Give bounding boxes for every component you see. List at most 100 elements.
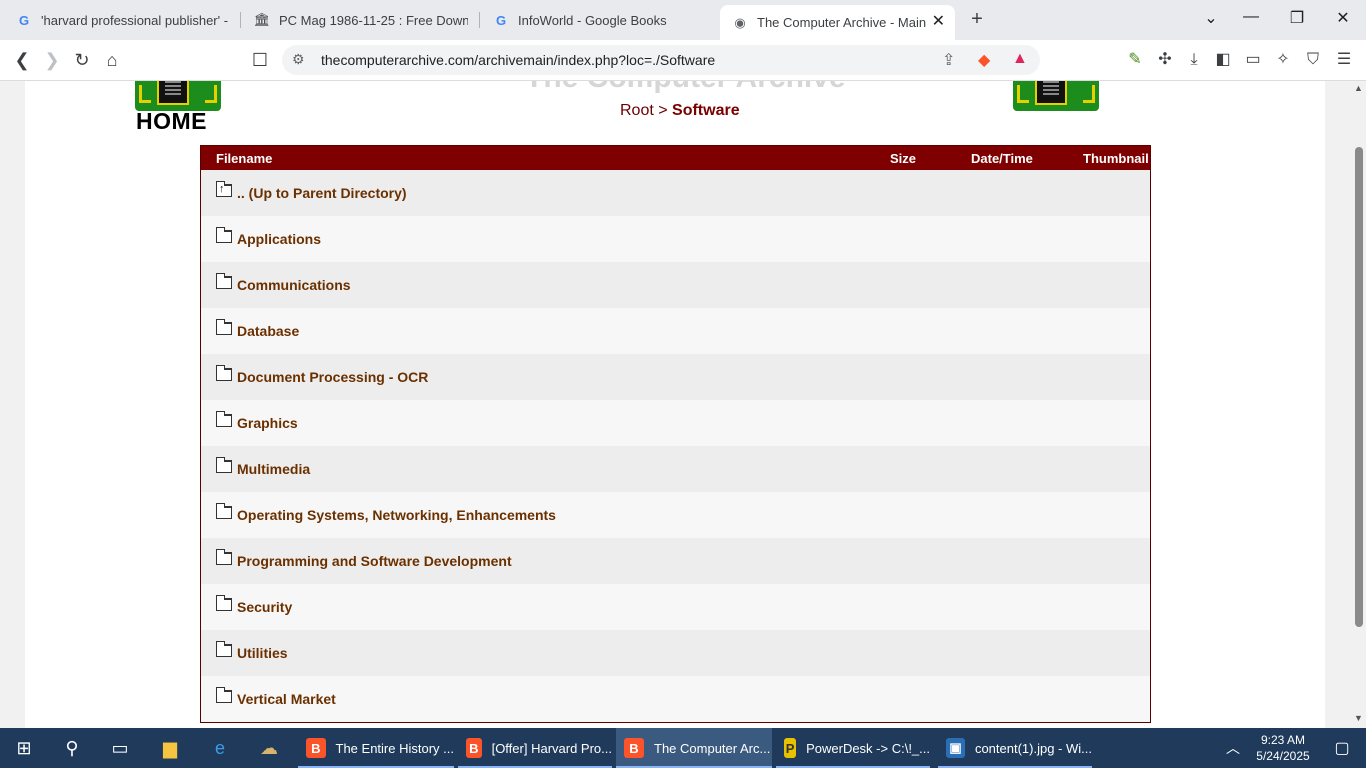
header-thumbnail[interactable]: Thumbnail bbox=[1083, 151, 1149, 166]
folder-row[interactable]: Graphics bbox=[201, 400, 1150, 446]
clock-date: 5/24/2025 bbox=[1256, 749, 1310, 763]
close-window-icon[interactable]: ✕ bbox=[1332, 8, 1354, 28]
powerdesk-icon: P bbox=[784, 738, 797, 758]
vpn-shield-icon[interactable]: ⛉ bbox=[1302, 49, 1324, 71]
globe-icon: ◉ bbox=[734, 14, 746, 30]
share-icon[interactable]: ⇪ bbox=[942, 50, 955, 70]
restore-icon[interactable]: ❐ bbox=[1286, 8, 1308, 28]
tab-label: 'harvard professional publisher' - G bbox=[41, 12, 229, 28]
tab-pcmag[interactable]: 🏛 PC Mag 1986-11-25 : Free Downloa bbox=[254, 6, 468, 34]
folder-row[interactable]: Multimedia bbox=[201, 446, 1150, 492]
brave-rewards-icon[interactable]: ▲ bbox=[1012, 50, 1028, 68]
forward-icon[interactable]: ❯ bbox=[41, 49, 63, 71]
windows-start-icon[interactable]: ⊞ bbox=[0, 728, 48, 768]
menu-icon[interactable]: ☰ bbox=[1333, 49, 1355, 71]
tab-google-search[interactable]: G 'harvard professional publisher' - G bbox=[16, 6, 230, 34]
taskbar-app-brave-2[interactable]: B [Offer] Harvard Pro... bbox=[458, 728, 612, 768]
brave-shields-icon[interactable]: ◆ bbox=[978, 50, 990, 70]
new-tab-button[interactable]: + bbox=[966, 8, 988, 30]
folder-link[interactable]: Document Processing - OCR bbox=[237, 369, 428, 385]
home-logo[interactable] bbox=[135, 81, 221, 111]
notification-icon[interactable]: ▢ bbox=[1318, 728, 1366, 768]
tab-separator bbox=[240, 12, 241, 28]
taskbar-app-label: content(1).jpg - Wi... bbox=[974, 740, 1092, 756]
task-view-icon[interactable]: ▭ bbox=[96, 728, 144, 768]
home-icon[interactable]: ⌂ bbox=[101, 49, 123, 71]
tab-infoworld[interactable]: G InfoWorld - Google Books bbox=[493, 6, 707, 34]
folder-row[interactable]: Programming and Software Development bbox=[201, 538, 1150, 584]
brave-icon: B bbox=[466, 738, 482, 758]
parent-directory-row[interactable]: .. (Up to Parent Directory) bbox=[201, 170, 1150, 216]
wallet-icon[interactable]: ▭ bbox=[1242, 49, 1264, 71]
extension-icon[interactable]: ✎ bbox=[1124, 49, 1146, 71]
header-size[interactable]: Size bbox=[890, 151, 916, 166]
folder-row[interactable]: Communications bbox=[201, 262, 1150, 308]
folder-link[interactable]: Multimedia bbox=[237, 461, 310, 477]
scrollbar-thumb[interactable] bbox=[1355, 147, 1363, 627]
folder-link[interactable]: Communications bbox=[237, 277, 351, 293]
scroll-up-icon[interactable]: ▲ bbox=[1354, 83, 1363, 93]
home-link[interactable]: HOME bbox=[136, 108, 207, 135]
tray-expand-icon[interactable]: ︿ bbox=[1209, 728, 1257, 768]
folder-icon bbox=[215, 364, 232, 381]
folder-row[interactable]: Operating Systems, Networking, Enhanceme… bbox=[201, 492, 1150, 538]
folder-link[interactable]: Database bbox=[237, 323, 299, 339]
taskbar: ⊞ ⚲ ▭ ▆ e ☁ B The Entire History ... B [… bbox=[0, 728, 1366, 768]
address-bar[interactable]: ⚙ thecomputerarchive.com/archivemain/ind… bbox=[282, 45, 1040, 75]
taskbar-app-powerdesk[interactable]: P PowerDesk -> C:\!_... bbox=[776, 728, 930, 768]
brave-icon: B bbox=[624, 738, 644, 758]
folder-row[interactable]: Applications bbox=[201, 216, 1150, 262]
folder-link[interactable]: Security bbox=[237, 599, 292, 615]
breadcrumb-root[interactable]: Root bbox=[620, 102, 654, 119]
taskbar-app-label: [Offer] Harvard Pro... bbox=[491, 740, 612, 756]
archive-icon: 🏛 bbox=[253, 12, 271, 27]
folder-row[interactable]: Document Processing - OCR bbox=[201, 354, 1150, 400]
folder-row[interactable]: Utilities bbox=[201, 630, 1150, 676]
folder-link[interactable]: .. (Up to Parent Directory) bbox=[237, 185, 407, 201]
folder-row[interactable]: Security bbox=[201, 584, 1150, 630]
scroll-down-icon[interactable]: ▼ bbox=[1354, 713, 1363, 723]
file-explorer-icon[interactable]: ▆ bbox=[146, 728, 194, 768]
breadcrumb: Root > Software bbox=[620, 102, 740, 120]
taskbar-app-brave-1[interactable]: B The Entire History ... bbox=[298, 728, 454, 768]
leo-ai-icon[interactable]: ✧ bbox=[1272, 49, 1294, 71]
sidebar-icon[interactable]: ◧ bbox=[1212, 49, 1234, 71]
folder-link[interactable]: Utilities bbox=[237, 645, 288, 661]
folder-row[interactable]: Vertical Market bbox=[201, 676, 1150, 722]
chip-icon bbox=[157, 81, 189, 105]
search-icon[interactable]: ⚲ bbox=[48, 728, 96, 768]
taskbar-app-brave-3[interactable]: B The Computer Arc... bbox=[616, 728, 772, 768]
vertical-scrollbar[interactable]: ▲ ▼ bbox=[1352, 81, 1366, 728]
folder-link[interactable]: Programming and Software Development bbox=[237, 553, 512, 569]
header-datetime[interactable]: Date/Time bbox=[971, 151, 1033, 166]
minimize-icon[interactable]: — bbox=[1240, 8, 1262, 26]
taskbar-app-label: PowerDesk -> C:\!_... bbox=[806, 740, 930, 756]
url-text[interactable]: thecomputerarchive.com/archivemain/index… bbox=[321, 52, 715, 68]
folder-link[interactable]: Applications bbox=[237, 231, 321, 247]
logo-trace bbox=[1083, 85, 1095, 103]
pinned-app-icon[interactable]: ☁ bbox=[245, 728, 293, 768]
reload-icon[interactable]: ↻ bbox=[71, 49, 93, 71]
site-info-icon[interactable]: ⚙ bbox=[292, 51, 305, 68]
tab-search-icon[interactable]: ⌄ bbox=[1200, 8, 1222, 28]
bookmark-icon[interactable]: ☐ bbox=[249, 49, 271, 71]
right-logo[interactable] bbox=[1013, 81, 1099, 111]
folder-link[interactable]: Vertical Market bbox=[237, 691, 336, 707]
folder-link[interactable]: Operating Systems, Networking, Enhanceme… bbox=[237, 507, 556, 523]
image-viewer-icon: ▣ bbox=[946, 738, 965, 758]
logo-trace bbox=[1017, 85, 1029, 103]
tab-computer-archive[interactable]: ◉ The Computer Archive - Main ✕ bbox=[720, 5, 955, 40]
folder-link[interactable]: Graphics bbox=[237, 415, 298, 431]
internet-explorer-icon[interactable]: e bbox=[196, 728, 244, 768]
folder-icon bbox=[215, 318, 232, 335]
logo-trace bbox=[139, 85, 151, 103]
header-filename[interactable]: Filename bbox=[216, 151, 272, 166]
folder-row[interactable]: Database bbox=[201, 308, 1150, 354]
extensions-puzzle-icon[interactable]: ✣ bbox=[1154, 49, 1176, 71]
back-icon[interactable]: ❮ bbox=[11, 49, 33, 71]
taskbar-app-photos[interactable]: ▣ content(1).jpg - Wi... bbox=[938, 728, 1092, 768]
close-tab-icon[interactable]: ✕ bbox=[932, 14, 945, 30]
system-clock[interactable]: 9:23 AM 5/24/2025 bbox=[1252, 732, 1314, 764]
download-icon[interactable]: ⤓ bbox=[1183, 49, 1205, 71]
parent-folder-icon bbox=[215, 180, 232, 197]
